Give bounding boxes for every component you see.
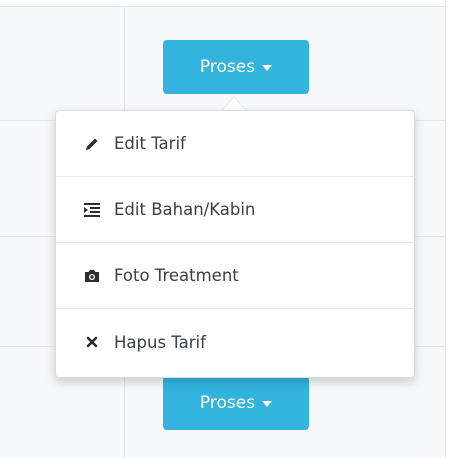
proses-button-label: Proses <box>199 393 256 413</box>
menu-item-label: Edit Bahan/Kabin <box>114 200 256 219</box>
caret-down-icon <box>262 65 273 71</box>
menu-item-edit-bahan-kabin[interactable]: Edit Bahan/Kabin <box>56 177 414 243</box>
caret-down-icon <box>262 401 273 407</box>
table-top-border <box>0 0 452 7</box>
pencil-icon <box>82 134 102 154</box>
table-right-border <box>445 0 452 458</box>
proses-dropdown-button[interactable]: Proses <box>163 40 309 94</box>
menu-item-label: Foto Treatment <box>114 266 239 285</box>
proses-dropdown-menu: Edit Tarif Edit Bahan/Kabin Foto Treatme… <box>55 110 415 378</box>
menu-item-foto-treatment[interactable]: Foto Treatment <box>56 243 414 309</box>
indent-list-icon <box>82 200 102 220</box>
camera-icon <box>82 266 102 286</box>
menu-item-label: Hapus Tarif <box>114 332 206 352</box>
menu-item-hapus-tarif[interactable]: Hapus Tarif <box>56 309 414 375</box>
menu-item-edit-tarif[interactable]: Edit Tarif <box>56 111 414 177</box>
menu-item-label: Edit Tarif <box>114 134 186 153</box>
proses-button-label: Proses <box>199 57 256 77</box>
proses-dropdown-button-secondary[interactable]: Proses <box>163 376 309 430</box>
dropdown-pointer <box>222 97 246 111</box>
close-icon <box>82 332 102 352</box>
